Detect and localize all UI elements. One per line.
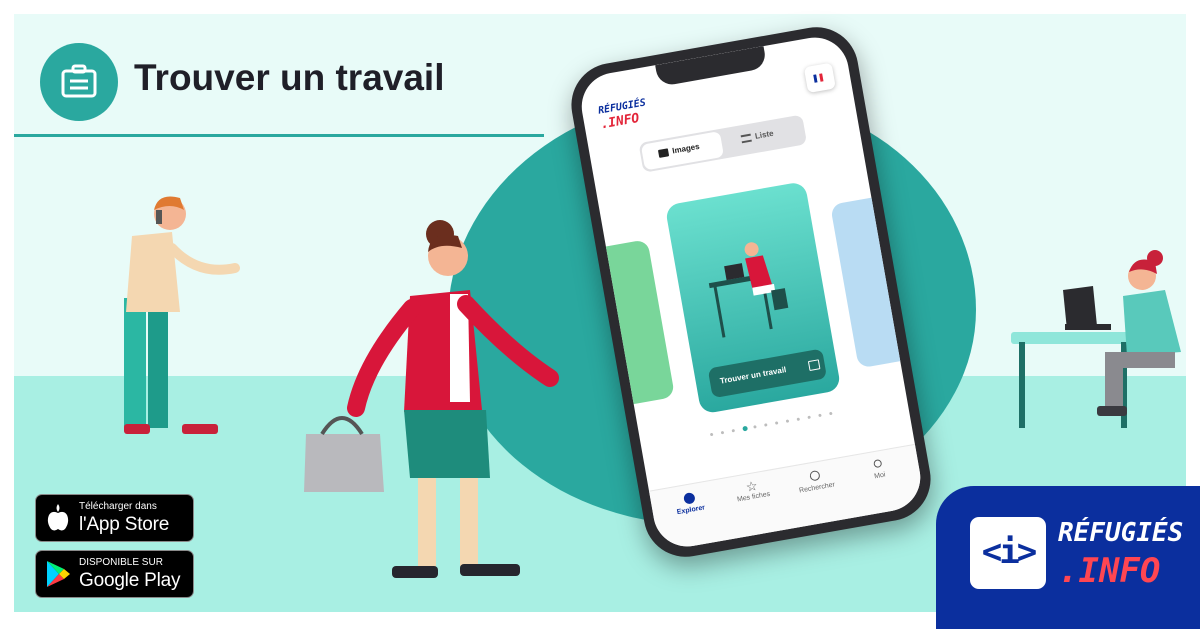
tab-liste-label: Liste [754, 128, 775, 141]
brand-name-line1: RÉFUGIÉS [1058, 518, 1184, 548]
woman-at-desk-illustration [1011, 250, 1181, 428]
briefcase-icon [40, 43, 118, 121]
apple-icon [47, 504, 69, 531]
nav-mes-fiches[interactable]: ☆ Mes fiches [721, 475, 784, 506]
find-job-button[interactable]: Trouver un travail [707, 348, 828, 399]
app-store-big-label: l'App Store [79, 514, 170, 535]
desk-worker-illustration [708, 242, 789, 338]
app-store-badge[interactable]: Télécharger dans l'App Store [35, 494, 194, 542]
nav-moi[interactable]: Moi [847, 452, 910, 484]
images-icon [657, 148, 670, 158]
brand-logo-mark-text: <i> [981, 532, 1037, 572]
user-icon [873, 458, 883, 469]
google-play-icon [47, 561, 70, 587]
view-toggle[interactable]: Images Liste [638, 114, 808, 173]
page-title: Trouver un travail [134, 57, 445, 98]
header-divider [14, 134, 544, 137]
nav-explorer[interactable]: Explorer [658, 486, 721, 519]
search-icon [809, 469, 821, 482]
find-job-button-label: Trouver un travail [719, 365, 787, 386]
nav-rechercher-label: Rechercher [798, 481, 836, 495]
briefcase-icon [807, 359, 821, 372]
nav-rechercher[interactable]: Rechercher [784, 464, 847, 497]
man-on-phone-illustration [124, 196, 240, 434]
carousel-dots [709, 409, 849, 439]
compass-icon [682, 492, 696, 505]
nav-moi-label: Moi [873, 471, 887, 481]
woman-walking-illustration [304, 220, 559, 578]
app-store-small-label: Télécharger dans [79, 501, 157, 512]
nav-explorer-label: Explorer [676, 504, 706, 517]
french-flag-icon[interactable] [803, 62, 836, 94]
carousel-card-active[interactable]: Trouver un travail [664, 181, 842, 415]
google-play-big-label: Google Play [79, 570, 181, 591]
brand-logo-mark: <i> [970, 517, 1046, 589]
google-play-small-label: DISPONIBLE SUR [79, 557, 163, 568]
list-icon[interactable] [740, 133, 752, 144]
brand-name-line2: .INFO [1058, 551, 1161, 591]
promo-banner: Trouver un travail RÉFUGIÉS .INFO Images… [0, 0, 1200, 629]
carousel-dot-active [742, 425, 749, 432]
google-play-badge[interactable]: DISPONIBLE SUR Google Play [35, 550, 194, 598]
